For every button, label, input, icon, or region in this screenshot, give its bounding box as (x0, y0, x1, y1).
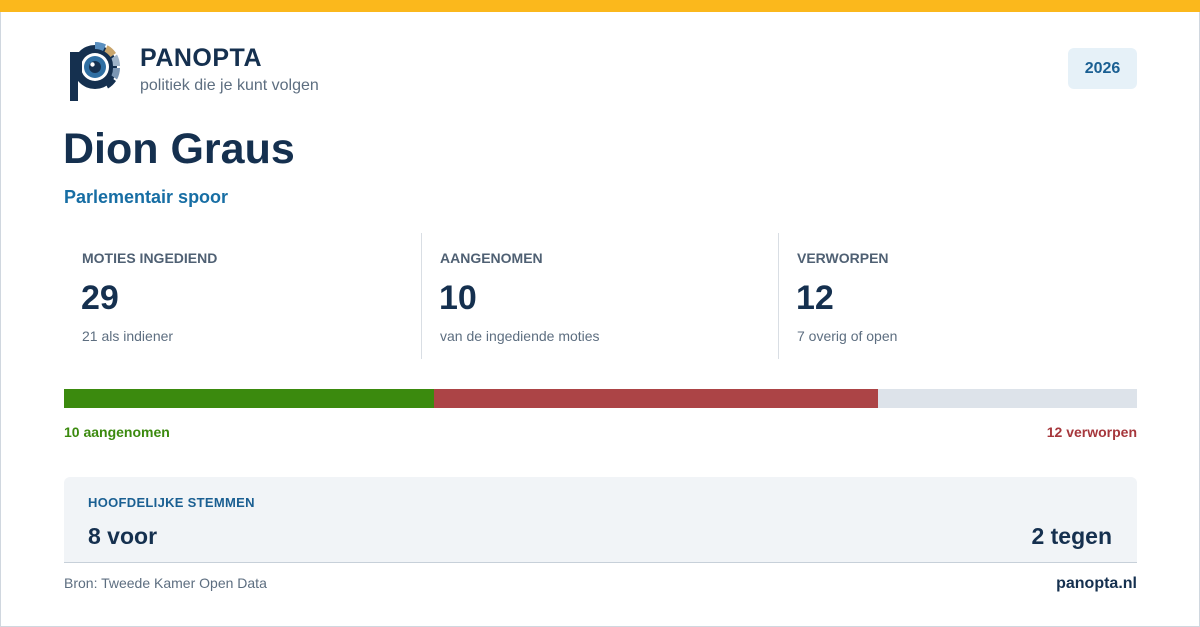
votes-title: HOOFDELIJKE STEMMEN (88, 495, 255, 510)
stat-subtext: van de ingediende moties (440, 328, 600, 344)
rejected-segment (434, 389, 878, 408)
stat-value: 10 (439, 279, 477, 317)
motion-outcome-bar (64, 389, 1137, 408)
site-link[interactable]: panopta.nl (1056, 575, 1137, 593)
panopta-eye-logo-icon (70, 42, 120, 101)
stat-motions-rejected: VERWORPEN 12 7 overig of open (778, 233, 1138, 359)
year-badge: 2026 (1068, 48, 1137, 89)
accent-top-bar (0, 0, 1200, 12)
stat-label: MOTIES INGEDIEND (82, 250, 218, 266)
brand-tagline: politiek die je kunt volgen (140, 77, 319, 94)
accepted-legend: 10 aangenomen (64, 424, 170, 440)
stat-label: VERWORPEN (797, 250, 889, 266)
stat-value: 29 (81, 279, 119, 317)
stat-motions-accepted: AANGENOMEN 10 van de ingediende moties (421, 233, 779, 359)
stat-label: AANGENOMEN (440, 250, 543, 266)
page-subtitle: Parlementair spoor (64, 187, 229, 207)
votes-against: 2 tegen (1031, 523, 1112, 549)
brand-name: PANOPTA (140, 44, 263, 72)
stat-subtext: 7 overig of open (797, 328, 898, 344)
rejected-legend: 12 verworpen (1046, 424, 1137, 440)
accepted-segment (64, 389, 434, 408)
stat-subtext: 21 als indiener (82, 328, 174, 344)
stat-motions-submitted: MOTIES INGEDIEND 29 21 als indiener (64, 233, 421, 359)
votes-for: 8 voor (88, 523, 158, 549)
stat-value: 12 (796, 279, 834, 317)
roll-call-votes-panel: HOOFDELIJKE STEMMEN 8 voor 2 tegen (64, 477, 1137, 563)
page-title: Dion Graus (63, 125, 295, 173)
source-note: Bron: Tweede Kamer Open Data (64, 575, 267, 591)
